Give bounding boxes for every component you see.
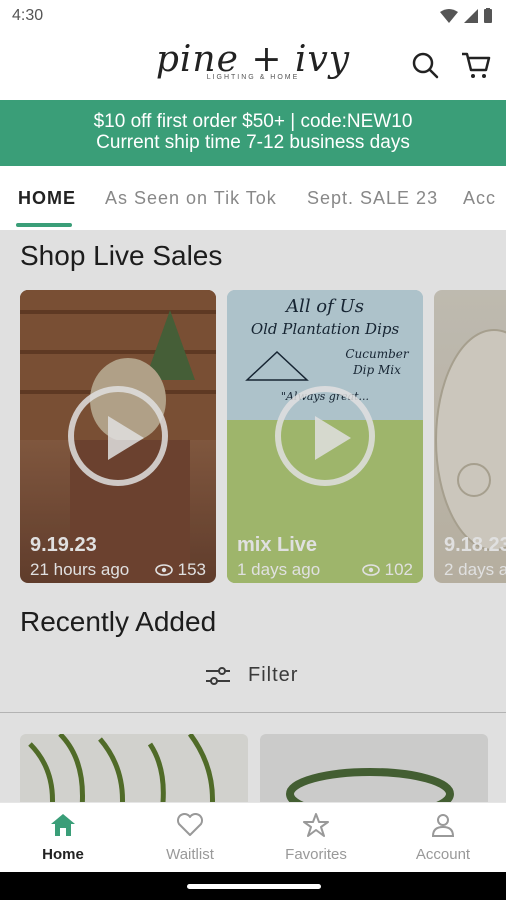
nav-favorites-label: Favorites: [285, 846, 347, 863]
sliders-icon: [206, 666, 230, 685]
live-card-date: 9.19.23: [30, 534, 97, 556]
live-sales-title: Shop Live Sales: [20, 240, 223, 271]
cart-button[interactable]: [460, 50, 491, 80]
person-icon: [431, 814, 455, 837]
filter-button[interactable]: Filter: [206, 664, 298, 687]
tab-tiktok[interactable]: As Seen on Tik Tok: [105, 188, 277, 209]
nav-home-label: Home: [42, 846, 84, 863]
recently-added-title: Recently Added: [20, 606, 217, 637]
battery-icon: [484, 8, 492, 23]
system-gesture-bar: [0, 872, 506, 900]
home-icon: [51, 814, 75, 836]
heart-icon: [176, 812, 204, 836]
live-card-time: 2 days a: [444, 560, 506, 579]
bottom-nav: Home Waitlist Favorites Account: [0, 802, 506, 872]
tab-home[interactable]: HOME: [18, 188, 76, 209]
cart-icon: [462, 52, 491, 78]
nav-waitlist[interactable]: Waitlist: [140, 812, 240, 863]
wifi-icon: [440, 8, 458, 23]
eye-icon: [361, 564, 380, 576]
live-card-date: mix Live: [237, 534, 318, 556]
star-icon: [303, 813, 329, 837]
nav-home[interactable]: Home: [13, 813, 113, 863]
tab-active-indicator: [16, 223, 72, 227]
signal-icon: [464, 8, 478, 23]
poster-line-2: Old Plantation Dips: [251, 320, 400, 338]
live-card[interactable]: 9.18.23 2 days a: [434, 290, 506, 583]
search-icon: [412, 52, 439, 79]
main-content[interactable]: Shop Live Sales 9.19.23 21 hours ago 153…: [0, 230, 506, 802]
status-bar: 4:30: [0, 0, 506, 34]
product-thumbnail: [286, 768, 454, 802]
promo-line-1: $10 off first order $50+ | code:NEW10: [93, 111, 413, 132]
status-time: 4:30: [12, 7, 44, 24]
product-thumbnail: [28, 734, 215, 802]
nav-account-label: Account: [415, 846, 471, 863]
play-icon[interactable]: [68, 386, 168, 486]
divider: [0, 712, 506, 713]
live-card-time: 21 hours ago: [30, 560, 130, 579]
live-card-view-count: 102: [384, 560, 413, 579]
live-card-view-count: 153: [177, 560, 206, 579]
status-icons: [440, 8, 492, 23]
live-card-date: 9.18.23: [444, 534, 506, 556]
home-gesture-handle[interactable]: [187, 884, 321, 889]
poster-line-3: Cucumber: [345, 347, 410, 361]
tab-sept-sale[interactable]: Sept. SALE 23: [307, 188, 438, 209]
nav-account[interactable]: Account: [393, 813, 493, 863]
search-button[interactable]: [410, 50, 440, 80]
category-tabs: HOME As Seen on Tik Tok Sept. SALE 23 Ac…: [0, 166, 506, 230]
poster-line-1: All of Us: [284, 296, 364, 317]
poster-line-4: Dip Mix: [352, 363, 401, 377]
live-card-time: 1 days ago: [237, 560, 321, 579]
play-icon[interactable]: [275, 386, 375, 486]
live-card-views: 153: [154, 560, 206, 580]
live-card[interactable]: 9.19.23 21 hours ago 153: [20, 290, 216, 583]
live-card[interactable]: All of Us Old Plantation Dips Cucumber D…: [227, 290, 423, 583]
filter-label: Filter: [248, 664, 299, 686]
nav-favorites[interactable]: Favorites: [266, 813, 366, 863]
app-header: pine + ivy LIGHTING & HOME: [0, 34, 506, 100]
eye-icon: [154, 564, 173, 576]
tab-accessories[interactable]: Acc: [463, 188, 496, 209]
promo-line-2: Current ship time 7-12 business days: [96, 132, 410, 153]
product-card[interactable]: [260, 734, 488, 802]
nav-waitlist-label: Waitlist: [166, 846, 214, 863]
live-card-views: 102: [361, 560, 413, 580]
product-card[interactable]: [20, 734, 248, 802]
promo-banner[interactable]: $10 off first order $50+ | code:NEW10 Cu…: [0, 100, 506, 166]
